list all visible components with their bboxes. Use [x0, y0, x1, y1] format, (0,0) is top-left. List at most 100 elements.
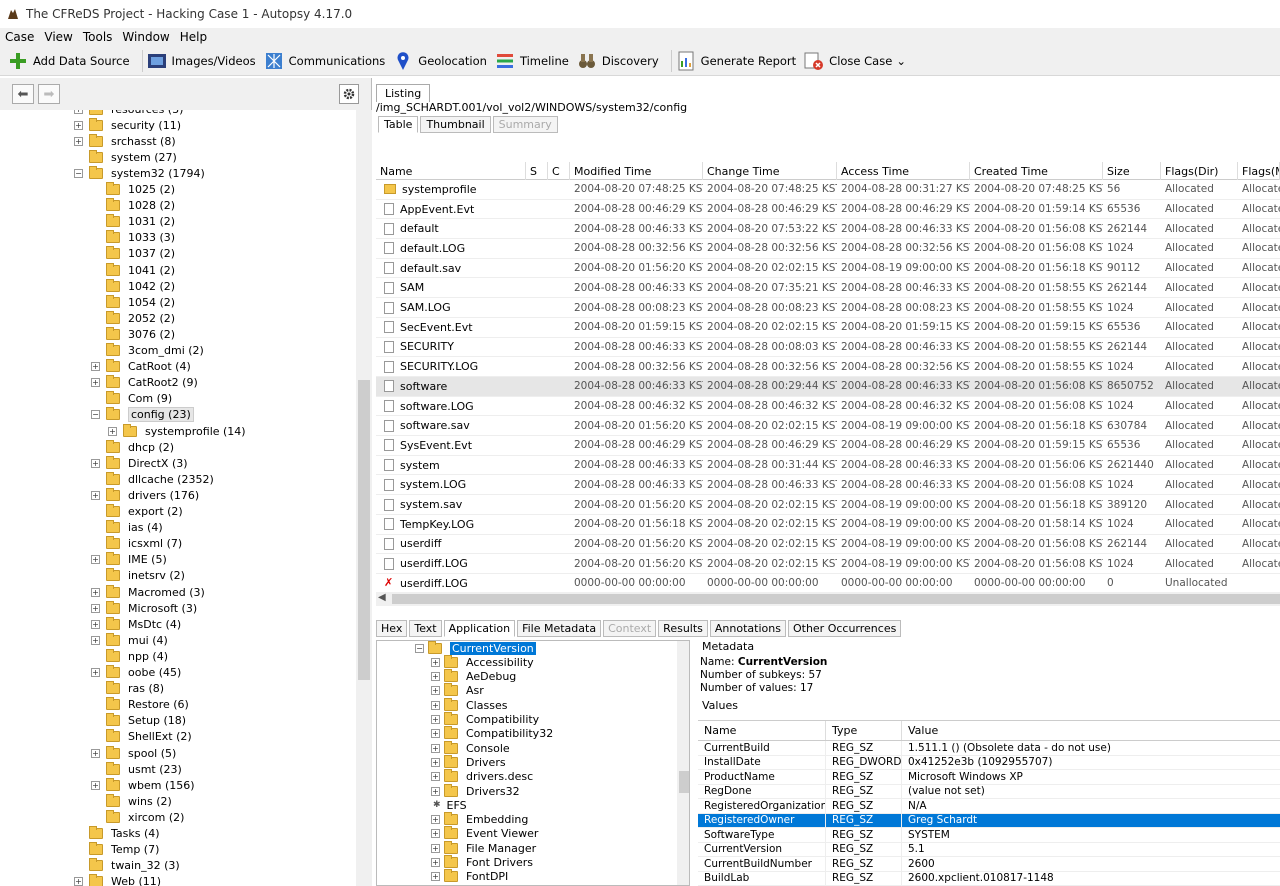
table-row[interactable]: SECURITY 2004-08-28 00:46:33 KST 2004-08-2… [376, 338, 1280, 358]
values-row[interactable]: CurrentVersion REG_SZ 5.1 [698, 842, 1280, 857]
expand-icon[interactable]: + [91, 362, 100, 372]
tree-item[interactable]: +1025 (2) [91, 182, 175, 198]
expand-icon[interactable]: + [431, 672, 440, 682]
table-row[interactable]: software.sav 2004-08-20 01:56:20 KST 2004-… [376, 416, 1280, 437]
expand-icon[interactable]: + [74, 110, 83, 114]
registry-key[interactable]: + Drivers32 [431, 783, 520, 798]
expand-icon[interactable]: + [91, 587, 100, 597]
table-row[interactable]: SysEvent.Evt 2004-08-28 00:46:29 KST 2004-… [376, 436, 1280, 456]
tree-item[interactable]: + srchasst (8) [74, 133, 176, 149]
tree-item[interactable]: + mui (4) [91, 632, 168, 648]
table-row[interactable]: default.LOG 2004-08-28 00:32:56 KST 2004-0… [376, 239, 1280, 259]
add-data-source-button[interactable]: Add Data Source [8, 51, 130, 71]
tree-item[interactable]: +Com (9) [91, 391, 172, 407]
collapse-icon[interactable]: − [415, 643, 424, 653]
tab-annotations[interactable]: Annotations [709, 620, 786, 637]
expand-icon[interactable]: + [91, 668, 100, 677]
tab-hex[interactable]: Hex [376, 620, 408, 637]
tree-item[interactable]: − system32 (1794) [74, 165, 205, 181]
values-row[interactable]: InstallDate REG_DWORD 0x41252e3b (10929557… [698, 755, 1280, 770]
expand-icon[interactable]: + [91, 619, 100, 629]
values-row[interactable]: CurrentBuildNumber REG_SZ 2600 [698, 857, 1280, 872]
tree-item[interactable]: +xircom (2) [91, 809, 184, 825]
expand-icon[interactable]: + [74, 136, 83, 146]
tree-item[interactable]: + IME (5) [91, 552, 167, 568]
tab-table[interactable]: Table [378, 116, 419, 133]
geolocation-button[interactable]: Geolocation [393, 51, 487, 71]
table-row[interactable]: systemprofile 2004-08-20 07:48:25 KST 2004… [376, 180, 1280, 200]
table-row[interactable]: SAM.LOG 2004-08-28 00:08:23 KST 2004-08-28… [376, 298, 1280, 318]
values-row[interactable]: RegisteredOrganization REG_SZ N/A [698, 799, 1280, 814]
forward-arrow-icon[interactable]: ➡ [38, 84, 60, 104]
tab-results[interactable]: Results [658, 620, 708, 637]
tree-item[interactable]: +3com_dmi (2) [91, 343, 204, 359]
expand-icon[interactable]: + [431, 700, 440, 710]
expand-icon[interactable]: + [431, 872, 440, 882]
table-row[interactable]: system.sav 2004-08-20 01:56:20 KST 2004-08… [376, 495, 1280, 515]
registry-key[interactable]: + Drivers [431, 754, 506, 769]
expand-icon[interactable]: + [91, 555, 100, 565]
collapse-icon[interactable]: − [74, 168, 83, 178]
menu-window[interactable]: Window [117, 30, 174, 44]
expand-icon[interactable]: + [91, 780, 100, 790]
table-row[interactable]: default.sav 2004-08-20 01:56:20 KST 2004-0… [376, 259, 1280, 279]
column-header[interactable]: C [548, 162, 570, 180]
tree-item[interactable]: + spool (5) [91, 745, 176, 761]
expand-icon[interactable]: + [431, 757, 440, 767]
table-row[interactable]: SAM 2004-08-28 00:46:33 KST 2004-08-20 07:… [376, 279, 1280, 299]
expand-icon[interactable]: + [431, 743, 440, 753]
tree-item[interactable]: +wins (2) [91, 793, 172, 809]
table-row[interactable]: ✗ userdiff.LOG 0000-00-00 00:00:00 0000-00-… [376, 574, 1280, 592]
tree-item[interactable]: +export (2) [91, 504, 183, 520]
tree-item[interactable]: +Tasks (4) [74, 826, 160, 842]
expand-icon[interactable]: + [431, 715, 440, 725]
values-column-header[interactable]: Value [902, 721, 1280, 740]
expand-icon[interactable]: + [431, 686, 440, 696]
registry-key[interactable]: + Event Viewer [431, 826, 538, 841]
registry-key[interactable]: + Font Drivers [431, 855, 533, 870]
tree-item[interactable]: +dhcp (2) [91, 439, 174, 455]
values-column-header[interactable]: Type [826, 721, 902, 740]
chevron-down-icon[interactable]: ⌄ [896, 54, 906, 68]
registry-key[interactable]: + Console [431, 740, 510, 755]
communications-button[interactable]: Communications [264, 51, 385, 71]
registry-key[interactable]: + Compatibility [431, 712, 539, 727]
tree-item[interactable]: + security (11) [74, 117, 181, 133]
table-row[interactable]: software 2004-08-28 00:46:33 KST 2004-08-2… [376, 377, 1280, 397]
tree-item[interactable]: +1037 (2) [91, 246, 175, 262]
tree-item[interactable]: +usmt (23) [91, 761, 182, 777]
column-header[interactable]: Created Time [970, 162, 1103, 180]
expand-icon[interactable]: + [431, 657, 440, 667]
expand-icon[interactable]: + [431, 786, 440, 796]
tree-item[interactable]: +icsxml (7) [91, 536, 182, 552]
tree-item[interactable]: +inetsrv (2) [91, 568, 185, 584]
expand-icon[interactable]: + [91, 603, 100, 613]
tree-item[interactable]: + CatRoot2 (9) [91, 375, 198, 391]
table-row[interactable]: TempKey.LOG 2004-08-20 01:56:18 KST 2004-0… [376, 515, 1280, 535]
values-row[interactable]: SoftwareType REG_SZ SYSTEM [698, 828, 1280, 843]
tree-item[interactable]: +dllcache (2352) [91, 471, 214, 487]
table-row[interactable]: SecEvent.Evt 2004-08-20 01:59:15 KST 2004-… [376, 318, 1280, 338]
column-header[interactable]: Size [1103, 162, 1161, 180]
expand-icon[interactable]: + [91, 748, 100, 758]
tree-item[interactable]: +1033 (3) [91, 230, 175, 246]
tab-application[interactable]: Application [443, 620, 516, 637]
registry-key[interactable]: + Compatibility32 [431, 726, 553, 741]
tab-listing[interactable]: Listing [376, 84, 431, 102]
expand-icon[interactable]: + [431, 843, 440, 853]
tree-item[interactable]: +3076 (2) [91, 326, 175, 342]
expand-icon[interactable]: + [74, 877, 83, 886]
tree-item[interactable]: + drivers (176) [91, 487, 199, 503]
table-row[interactable]: system.LOG 2004-08-28 00:46:33 KST 2004-08… [376, 476, 1280, 496]
close-case-button[interactable]: Close Case ⌄ [804, 51, 906, 71]
column-header[interactable]: S [526, 162, 548, 180]
tab-thumbnail[interactable]: Thumbnail [420, 116, 491, 133]
tree-item[interactable]: + DirectX (3) [91, 455, 188, 471]
tree-item[interactable]: +npp (4) [91, 648, 168, 664]
gear-icon[interactable] [339, 84, 359, 104]
collapse-icon[interactable]: − [91, 410, 100, 420]
values-row[interactable]: RegisteredOwner REG_SZ Greg Schardt [698, 813, 1280, 828]
table-row[interactable]: software.LOG 2004-08-28 00:46:32 KST 2004-… [376, 397, 1280, 417]
expand-icon[interactable]: + [91, 378, 100, 388]
tree-item[interactable]: +ias (4) [91, 520, 163, 536]
